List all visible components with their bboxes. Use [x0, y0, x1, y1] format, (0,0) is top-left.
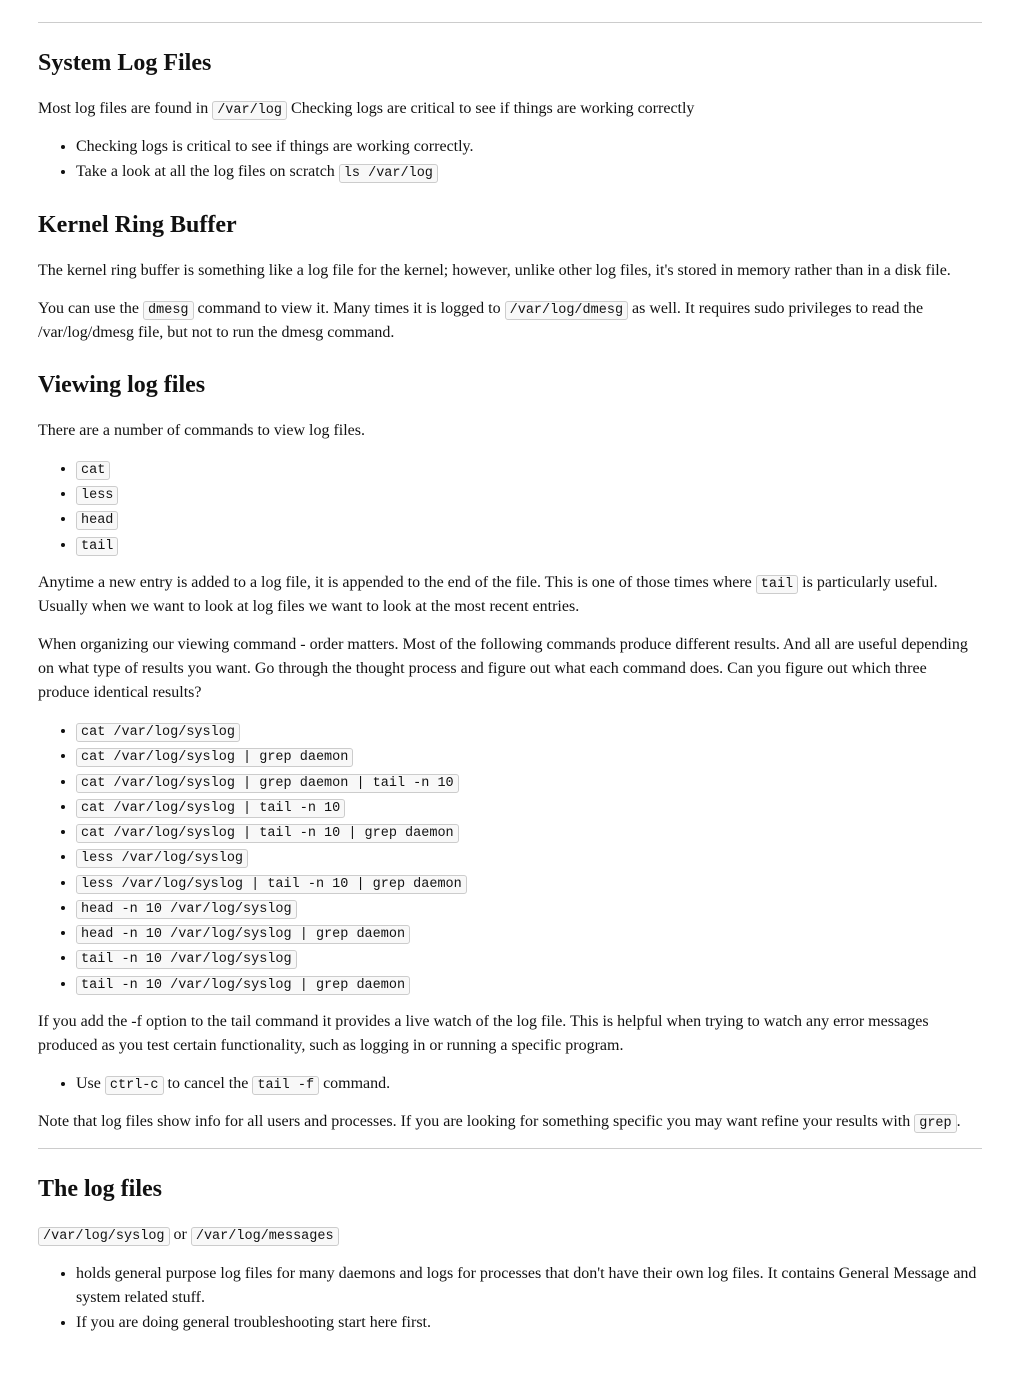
code-ctrl-c: ctrl-c [105, 1076, 164, 1095]
ctrl-c-bullet: Use ctrl-c to cancel the tail -f command… [38, 1072, 982, 1096]
list-item: head -n 10 /var/log/syslog [76, 896, 982, 920]
list-item: head [76, 507, 982, 531]
list-item: cat [76, 457, 982, 481]
code-var-log-dmesg: /var/log/dmesg [505, 301, 628, 320]
list-item: less /var/log/syslog [76, 845, 982, 869]
list-item: Use ctrl-c to cancel the tail -f command… [76, 1072, 982, 1096]
paragraph: /var/log/syslog or /var/log/messages [38, 1223, 982, 1247]
list-item: Checking logs is critical to see if thin… [76, 135, 982, 159]
list-item: tail -n 10 /var/log/syslog [76, 946, 982, 970]
paragraph: You can use the dmesg command to view it… [38, 297, 982, 345]
heading-kernel-ring-buffer: Kernel Ring Buffer [38, 207, 982, 243]
paragraph: The kernel ring buffer is something like… [38, 259, 982, 283]
text: Most log files are found in [38, 100, 212, 117]
code-tail: tail [76, 537, 118, 556]
list-item: If you are doing general troubleshooting… [76, 1311, 982, 1335]
list-item: cat /var/log/syslog | grep daemon | tail… [76, 770, 982, 794]
code-ls-var-log: ls /var/log [339, 164, 438, 183]
text: Anytime a new entry is added to a log fi… [38, 574, 756, 591]
code-example: cat /var/log/syslog [76, 723, 240, 742]
text: command to view it. Many times it is log… [194, 300, 505, 317]
code-example: head -n 10 /var/log/syslog | grep daemon [76, 925, 410, 944]
list-item: tail [76, 533, 982, 557]
text: You can use the [38, 300, 143, 317]
paragraph: Note that log files show info for all us… [38, 1110, 982, 1134]
heading-the-log-files: The log files [38, 1171, 982, 1207]
text: or [170, 1226, 191, 1243]
heading-viewing-log-files: Viewing log files [38, 367, 982, 403]
paragraph: There are a number of commands to view l… [38, 419, 982, 443]
view-commands-list: cat less head tail [38, 457, 982, 557]
paragraph: Anytime a new entry is added to a log fi… [38, 571, 982, 619]
text: command. [319, 1075, 390, 1092]
command-examples-list: cat /var/log/syslog cat /var/log/syslog … [38, 719, 982, 996]
intro-paragraph: Most log files are found in /var/log Che… [38, 97, 982, 121]
text: to cancel the [164, 1075, 253, 1092]
code-less: less [76, 486, 118, 505]
text: Use [76, 1075, 105, 1092]
paragraph: If you add the -f option to the tail com… [38, 1010, 982, 1058]
code-example: tail -n 10 /var/log/syslog [76, 950, 297, 969]
text: Note that log files show info for all us… [38, 1113, 914, 1130]
code-messages: /var/log/messages [191, 1227, 339, 1246]
code-example: less /var/log/syslog | tail -n 10 | grep… [76, 875, 467, 894]
code-cat: cat [76, 461, 110, 480]
code-tail-inline: tail [756, 575, 798, 594]
list-item: Take a look at all the log files on scra… [76, 160, 982, 184]
log-files-bullets: holds general purpose log files for many… [38, 1262, 982, 1335]
text: . [957, 1113, 961, 1130]
list-item: head -n 10 /var/log/syslog | grep daemon [76, 921, 982, 945]
text: Checking logs are critical to see if thi… [287, 100, 694, 117]
list-item: tail -n 10 /var/log/syslog | grep daemon [76, 972, 982, 996]
code-example: head -n 10 /var/log/syslog [76, 900, 297, 919]
code-syslog: /var/log/syslog [38, 1227, 170, 1246]
paragraph: When organizing our viewing command - or… [38, 633, 982, 705]
code-dmesg: dmesg [143, 301, 194, 320]
list-item: cat /var/log/syslog | grep daemon [76, 744, 982, 768]
code-tail-f: tail -f [252, 1076, 319, 1095]
code-example: cat /var/log/syslog | tail -n 10 | grep … [76, 824, 459, 843]
code-example: cat /var/log/syslog | tail -n 10 [76, 799, 345, 818]
list-item: cat /var/log/syslog | tail -n 10 | grep … [76, 820, 982, 844]
code-example: cat /var/log/syslog | grep daemon | tail… [76, 774, 459, 793]
list-item: cat /var/log/syslog | tail -n 10 [76, 795, 982, 819]
list-item: cat /var/log/syslog [76, 719, 982, 743]
code-head: head [76, 511, 118, 530]
text: Take a look at all the log files on scra… [76, 163, 339, 180]
list-item: holds general purpose log files for many… [76, 1262, 982, 1310]
code-example: tail -n 10 /var/log/syslog | grep daemon [76, 976, 410, 995]
code-grep: grep [914, 1114, 956, 1133]
code-var-log: /var/log [212, 101, 287, 120]
system-log-bullets: Checking logs is critical to see if thin… [38, 135, 982, 184]
code-example: cat /var/log/syslog | grep daemon [76, 748, 353, 767]
list-item: less [76, 482, 982, 506]
divider [38, 1148, 982, 1149]
heading-system-log-files: System Log Files [38, 45, 982, 81]
list-item: less /var/log/syslog | tail -n 10 | grep… [76, 871, 982, 895]
divider [38, 22, 982, 23]
code-example: less /var/log/syslog [76, 849, 248, 868]
